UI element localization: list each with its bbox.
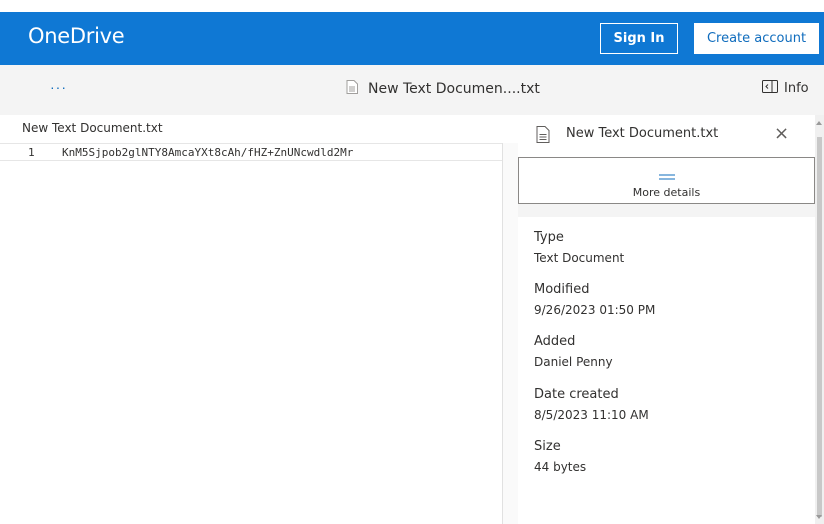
field-added-value: Daniel Penny: [534, 355, 613, 369]
document-icon: [536, 126, 550, 148]
info-panel-icon: [762, 80, 778, 97]
details-panel-scrollbar[interactable]: [815, 115, 824, 524]
field-type-value: Text Document: [534, 251, 625, 265]
line-text[interactable]: KnM5Sjpob2glNTY8AmcaYXt8cAh/fHZ+ZnUNcwdl…: [62, 146, 353, 159]
editor-scrollbar[interactable]: [503, 143, 518, 524]
app-title[interactable]: OneDrive: [28, 24, 125, 48]
field-size-value: 44 bytes: [534, 460, 587, 474]
field-added-label: Added: [534, 334, 576, 349]
details-panel-header: New Text Document.txt ×: [518, 115, 815, 157]
field-added: Added Daniel Penny: [534, 334, 613, 369]
details-bars-icon: [659, 167, 675, 185]
info-label: Info: [784, 81, 809, 96]
field-type: Type Text Document: [534, 230, 624, 265]
more-details-label: More details: [632, 186, 701, 199]
more-actions-button[interactable]: ···: [50, 79, 67, 95]
scrollbar-thumb[interactable]: [817, 137, 822, 517]
document-title-text: New Text Documen....txt: [368, 81, 540, 97]
field-modified-value: 9/26/2023 01:50 PM: [534, 303, 656, 317]
field-date-created-label: Date created: [534, 387, 619, 402]
command-bar: ··· New Text Documen....txt Info: [0, 65, 824, 115]
sign-in-button[interactable]: Sign In: [600, 23, 678, 54]
editor-file-name: New Text Document.txt: [22, 121, 163, 135]
info-button[interactable]: Info: [762, 80, 809, 97]
line-number: 1: [28, 146, 35, 159]
field-size: Size 44 bytes: [534, 439, 586, 474]
details-file-name: New Text Document.txt: [566, 126, 719, 141]
scroll-up-icon[interactable]: [816, 121, 822, 125]
field-modified-label: Modified: [534, 282, 590, 297]
close-icon[interactable]: ×: [774, 123, 789, 144]
field-date-created: Date created 8/5/2023 11:10 AM: [534, 387, 649, 422]
field-type-label: Type: [534, 230, 564, 245]
field-date-created-value: 8/5/2023 11:10 AM: [534, 408, 649, 422]
field-modified: Modified 9/26/2023 01:50 PM: [534, 282, 655, 317]
document-title: New Text Documen....txt: [346, 80, 540, 98]
scroll-down-icon[interactable]: [816, 515, 822, 519]
details-panel-body: Type Text Document Modified 9/26/2023 01…: [518, 217, 815, 524]
top-bar: OneDrive Sign In Create account: [0, 0, 824, 65]
more-details-button[interactable]: More details: [518, 157, 815, 204]
document-icon: [346, 80, 358, 98]
details-panel: New Text Document.txt × More details Typ…: [518, 115, 824, 524]
field-size-label: Size: [534, 439, 561, 454]
create-account-button[interactable]: Create account: [694, 23, 819, 54]
